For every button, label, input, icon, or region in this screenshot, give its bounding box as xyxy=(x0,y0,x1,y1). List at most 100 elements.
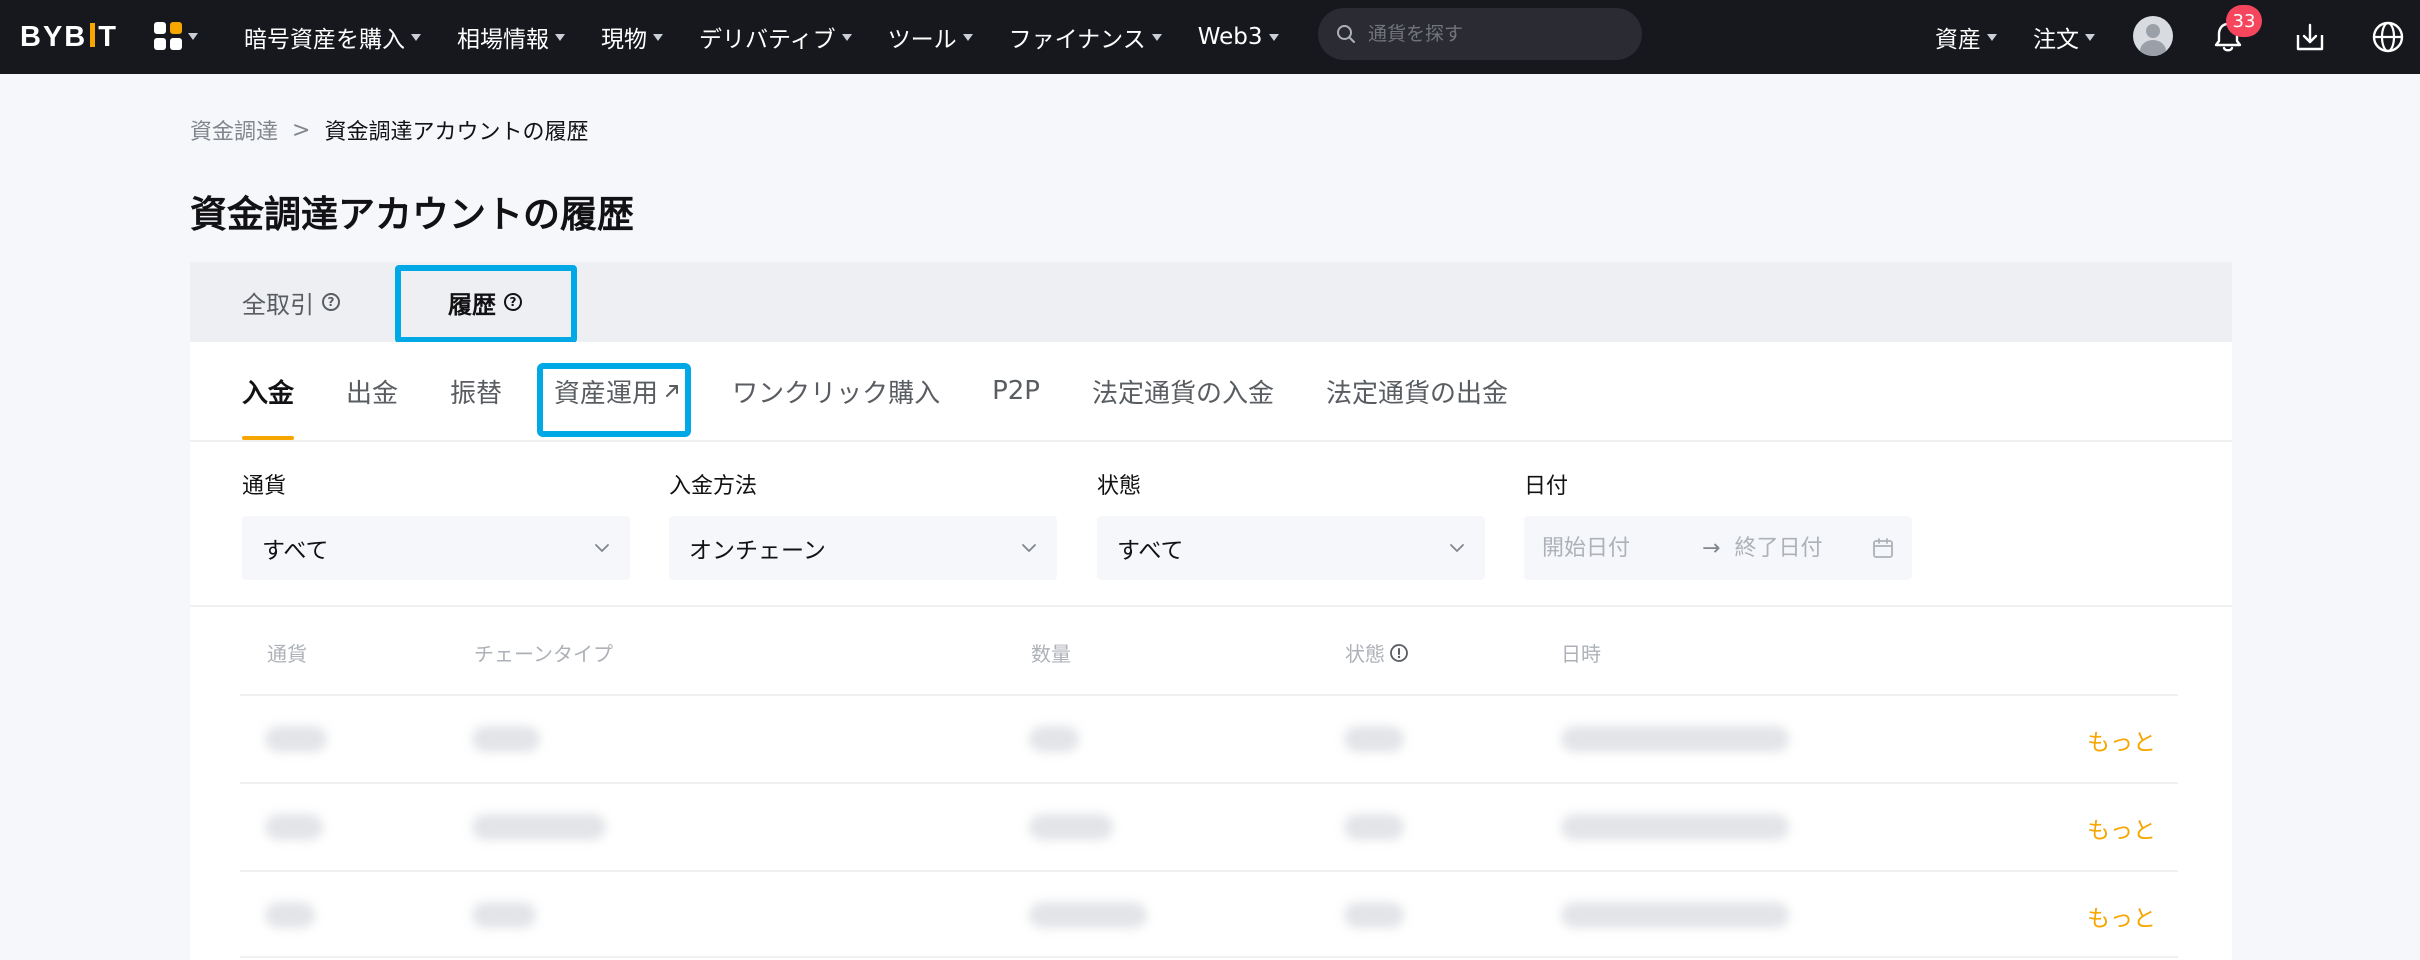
subtab-label: 法定通貨の入金 xyxy=(1091,378,1274,409)
row-divider xyxy=(240,956,2178,958)
blurred-cell-chain xyxy=(472,726,540,752)
blurred-cell-datetime xyxy=(1561,814,1789,840)
assets-label: 資産 xyxy=(1935,27,1981,53)
breadcrumb: 資金調達 > 資金調達アカウントの履歴 xyxy=(190,114,588,146)
notification-count-badge: 33 xyxy=(2226,5,2262,37)
user-avatar[interactable] xyxy=(2133,16,2173,56)
caret-down-icon xyxy=(962,33,973,41)
subtab-divider xyxy=(190,440,2232,442)
more-button[interactable]: もっと xyxy=(2087,811,2156,845)
nav-item-buy-crypto[interactable]: 暗号資産を購入 xyxy=(244,20,421,54)
status-filter-label: 状態 xyxy=(1097,474,1142,499)
subtab-fiat-withdraw[interactable]: 法定通貨の出金 xyxy=(1326,342,1508,440)
blurred-cell-chain xyxy=(472,814,606,840)
blurred-cell-chain xyxy=(472,902,536,928)
method-filter-label: 入金方法 xyxy=(669,474,758,499)
blurred-cell-currency xyxy=(265,902,315,928)
orders-menu[interactable]: 注文 xyxy=(2033,0,2095,74)
caret-down-icon xyxy=(188,32,198,40)
start-date-input[interactable] xyxy=(1542,535,1682,561)
info-icon[interactable] xyxy=(1389,643,1409,663)
subtab-withdraw[interactable]: 出金 xyxy=(346,342,398,440)
blurred-cell-status xyxy=(1344,814,1404,840)
table-header-divider xyxy=(240,694,2178,696)
breadcrumb-parent-link[interactable]: 資金調達 xyxy=(190,114,278,146)
nav-item-finance[interactable]: ファイナンス xyxy=(1009,20,1162,54)
filter-divider xyxy=(190,605,2232,607)
subtab-deposit[interactable]: 入金 xyxy=(242,342,295,440)
nav-item-label: Web3 xyxy=(1197,24,1263,50)
caret-down-icon xyxy=(841,33,852,41)
caret-down-icon xyxy=(411,33,421,41)
caret-down-icon xyxy=(653,33,663,41)
download-button[interactable] xyxy=(2290,17,2330,57)
search-box[interactable] xyxy=(1318,8,1642,60)
language-button[interactable] xyxy=(2368,17,2408,57)
more-button[interactable]: もっと xyxy=(2087,899,2156,933)
nav-item-label: 暗号資産を購入 xyxy=(244,27,405,53)
row-divider xyxy=(240,782,2178,784)
page-title: 資金調達アカウントの履歴 xyxy=(190,193,634,236)
logo-text-byb: BYB xyxy=(20,20,88,53)
help-icon[interactable]: ? xyxy=(504,293,522,311)
nav-item-derivatives[interactable]: デリバティブ xyxy=(699,20,852,54)
tab-history[interactable]: 履歴? xyxy=(448,262,522,342)
subtab-label: 出金 xyxy=(346,378,399,409)
download-icon xyxy=(2296,23,2324,51)
more-button[interactable]: もっと xyxy=(2087,723,2156,757)
caret-down-icon xyxy=(555,33,565,41)
subtab-one-click-buy[interactable]: ワンクリック購入 xyxy=(732,342,940,440)
select-value: すべて xyxy=(1117,538,1184,564)
logo-accent-bar xyxy=(90,23,96,47)
assets-menu[interactable]: 資産 xyxy=(1935,0,1997,74)
chevron-down-icon xyxy=(595,544,609,552)
end-date-input[interactable] xyxy=(1734,535,1865,561)
main-menu: 暗号資産を購入 相場情報 現物 デリバティブ ツール ファイナンス Web3 xyxy=(244,0,1315,74)
column-header-status: 状態 xyxy=(1345,638,1409,667)
nav-item-tools[interactable]: ツール xyxy=(888,20,973,54)
blurred-cell-quantity xyxy=(1029,902,1147,928)
main-tab-bar: 全取引? 履歴? xyxy=(190,262,2232,342)
caret-down-icon xyxy=(1268,33,1279,41)
select-value: オンチェーン xyxy=(689,538,826,564)
chevron-down-icon xyxy=(1022,544,1036,552)
calendar-icon[interactable] xyxy=(1872,537,1894,559)
caret-down-icon xyxy=(1151,33,1162,41)
tab-label: 履歴 xyxy=(448,290,496,319)
nav-item-label: デリバティブ xyxy=(699,27,836,53)
nav-item-web3[interactable]: Web3 xyxy=(1198,24,1279,50)
blurred-cell-datetime xyxy=(1561,726,1789,752)
tab-all-transactions[interactable]: 全取引? xyxy=(242,262,340,342)
nav-item-label: ツール xyxy=(887,27,957,53)
select-value: すべて xyxy=(262,538,329,564)
breadcrumb-current: 資金調達アカウントの履歴 xyxy=(324,120,589,145)
subtab-transfer[interactable]: 振替 xyxy=(450,342,502,440)
avatar-body-shape xyxy=(2140,40,2166,56)
apps-menu-button[interactable] xyxy=(154,19,206,53)
row-divider xyxy=(240,870,2178,872)
subtab-p2p[interactable]: P2P xyxy=(992,342,1040,440)
globe-icon xyxy=(2372,21,2404,53)
deposit-method-select[interactable]: オンチェーン xyxy=(669,516,1057,580)
subtab-label: 入金 xyxy=(242,378,295,409)
nav-item-spot[interactable]: 現物 xyxy=(601,20,663,54)
bybit-logo[interactable]: BYB T xyxy=(20,20,118,54)
nav-item-markets[interactable]: 相場情報 xyxy=(457,20,565,54)
status-select[interactable]: すべて xyxy=(1097,516,1485,580)
nav-item-label: 相場情報 xyxy=(457,27,549,53)
sub-tab-bar: 入金 出金 振替 資産運用 ワンクリック購入 P2P 法定通貨の入金 法定通貨の… xyxy=(242,342,1560,440)
date-filter-label: 日付 xyxy=(1524,474,1569,499)
help-icon[interactable]: ? xyxy=(322,293,340,311)
blurred-cell-status xyxy=(1344,902,1404,928)
date-range-picker[interactable]: → xyxy=(1524,516,1912,580)
caret-down-icon xyxy=(1987,33,1997,41)
subtab-earn[interactable]: 資産運用 xyxy=(554,342,680,440)
blurred-cell-datetime xyxy=(1561,902,1789,928)
subtab-fiat-deposit[interactable]: 法定通貨の入金 xyxy=(1092,342,1274,440)
chevron-down-icon xyxy=(1450,544,1464,552)
column-header-datetime: 日時 xyxy=(1561,642,1601,666)
currency-filter-label: 通貨 xyxy=(242,474,287,499)
currency-select[interactable]: すべて xyxy=(242,516,630,580)
search-input[interactable] xyxy=(1368,23,1608,45)
avatar-head-shape xyxy=(2146,24,2160,38)
